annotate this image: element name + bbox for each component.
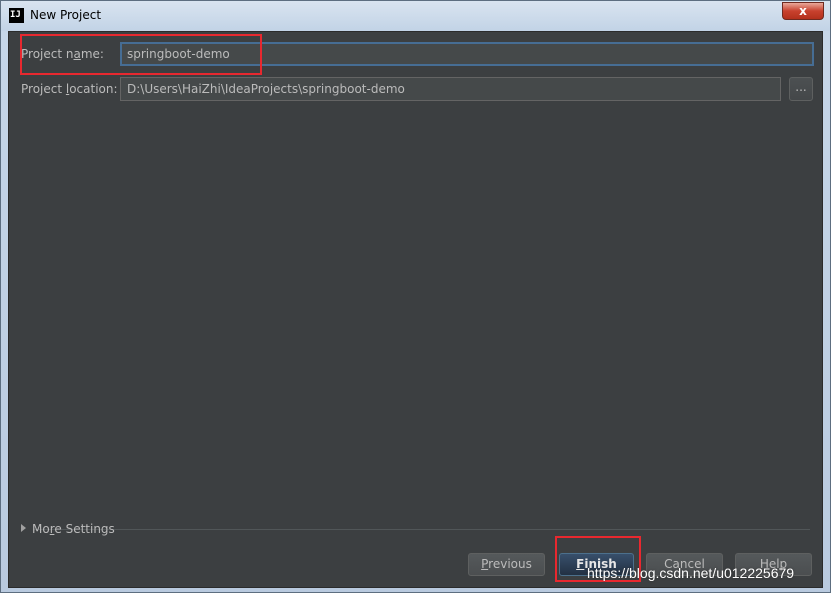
watermark-text: https://blog.csdn.net/u012225679 <box>587 565 795 581</box>
new-project-window: IJ New Project x Project name: springboo… <box>0 0 831 593</box>
intellij-app-icon: IJ <box>9 8 24 23</box>
close-button[interactable]: x <box>782 2 824 20</box>
window-title: New Project <box>30 8 102 22</box>
browse-button[interactable]: ... <box>789 77 813 101</box>
project-name-input[interactable]: springboot-demo <box>120 42 814 66</box>
title-bar[interactable]: IJ New Project x <box>1 1 830 31</box>
expand-arrow-icon <box>21 524 26 532</box>
previous-button[interactable]: Previous <box>468 553 545 576</box>
settings-divider <box>33 529 810 530</box>
project-name-label: Project name: <box>21 47 104 61</box>
project-location-input[interactable]: D:\Users\HaiZhi\IdeaProjects\springboot-… <box>120 77 781 101</box>
dialog-content: Project name: springboot-demo Project lo… <box>8 31 823 588</box>
more-settings-toggle[interactable]: More Settings <box>21 522 115 536</box>
project-location-label: Project location: <box>21 82 118 96</box>
